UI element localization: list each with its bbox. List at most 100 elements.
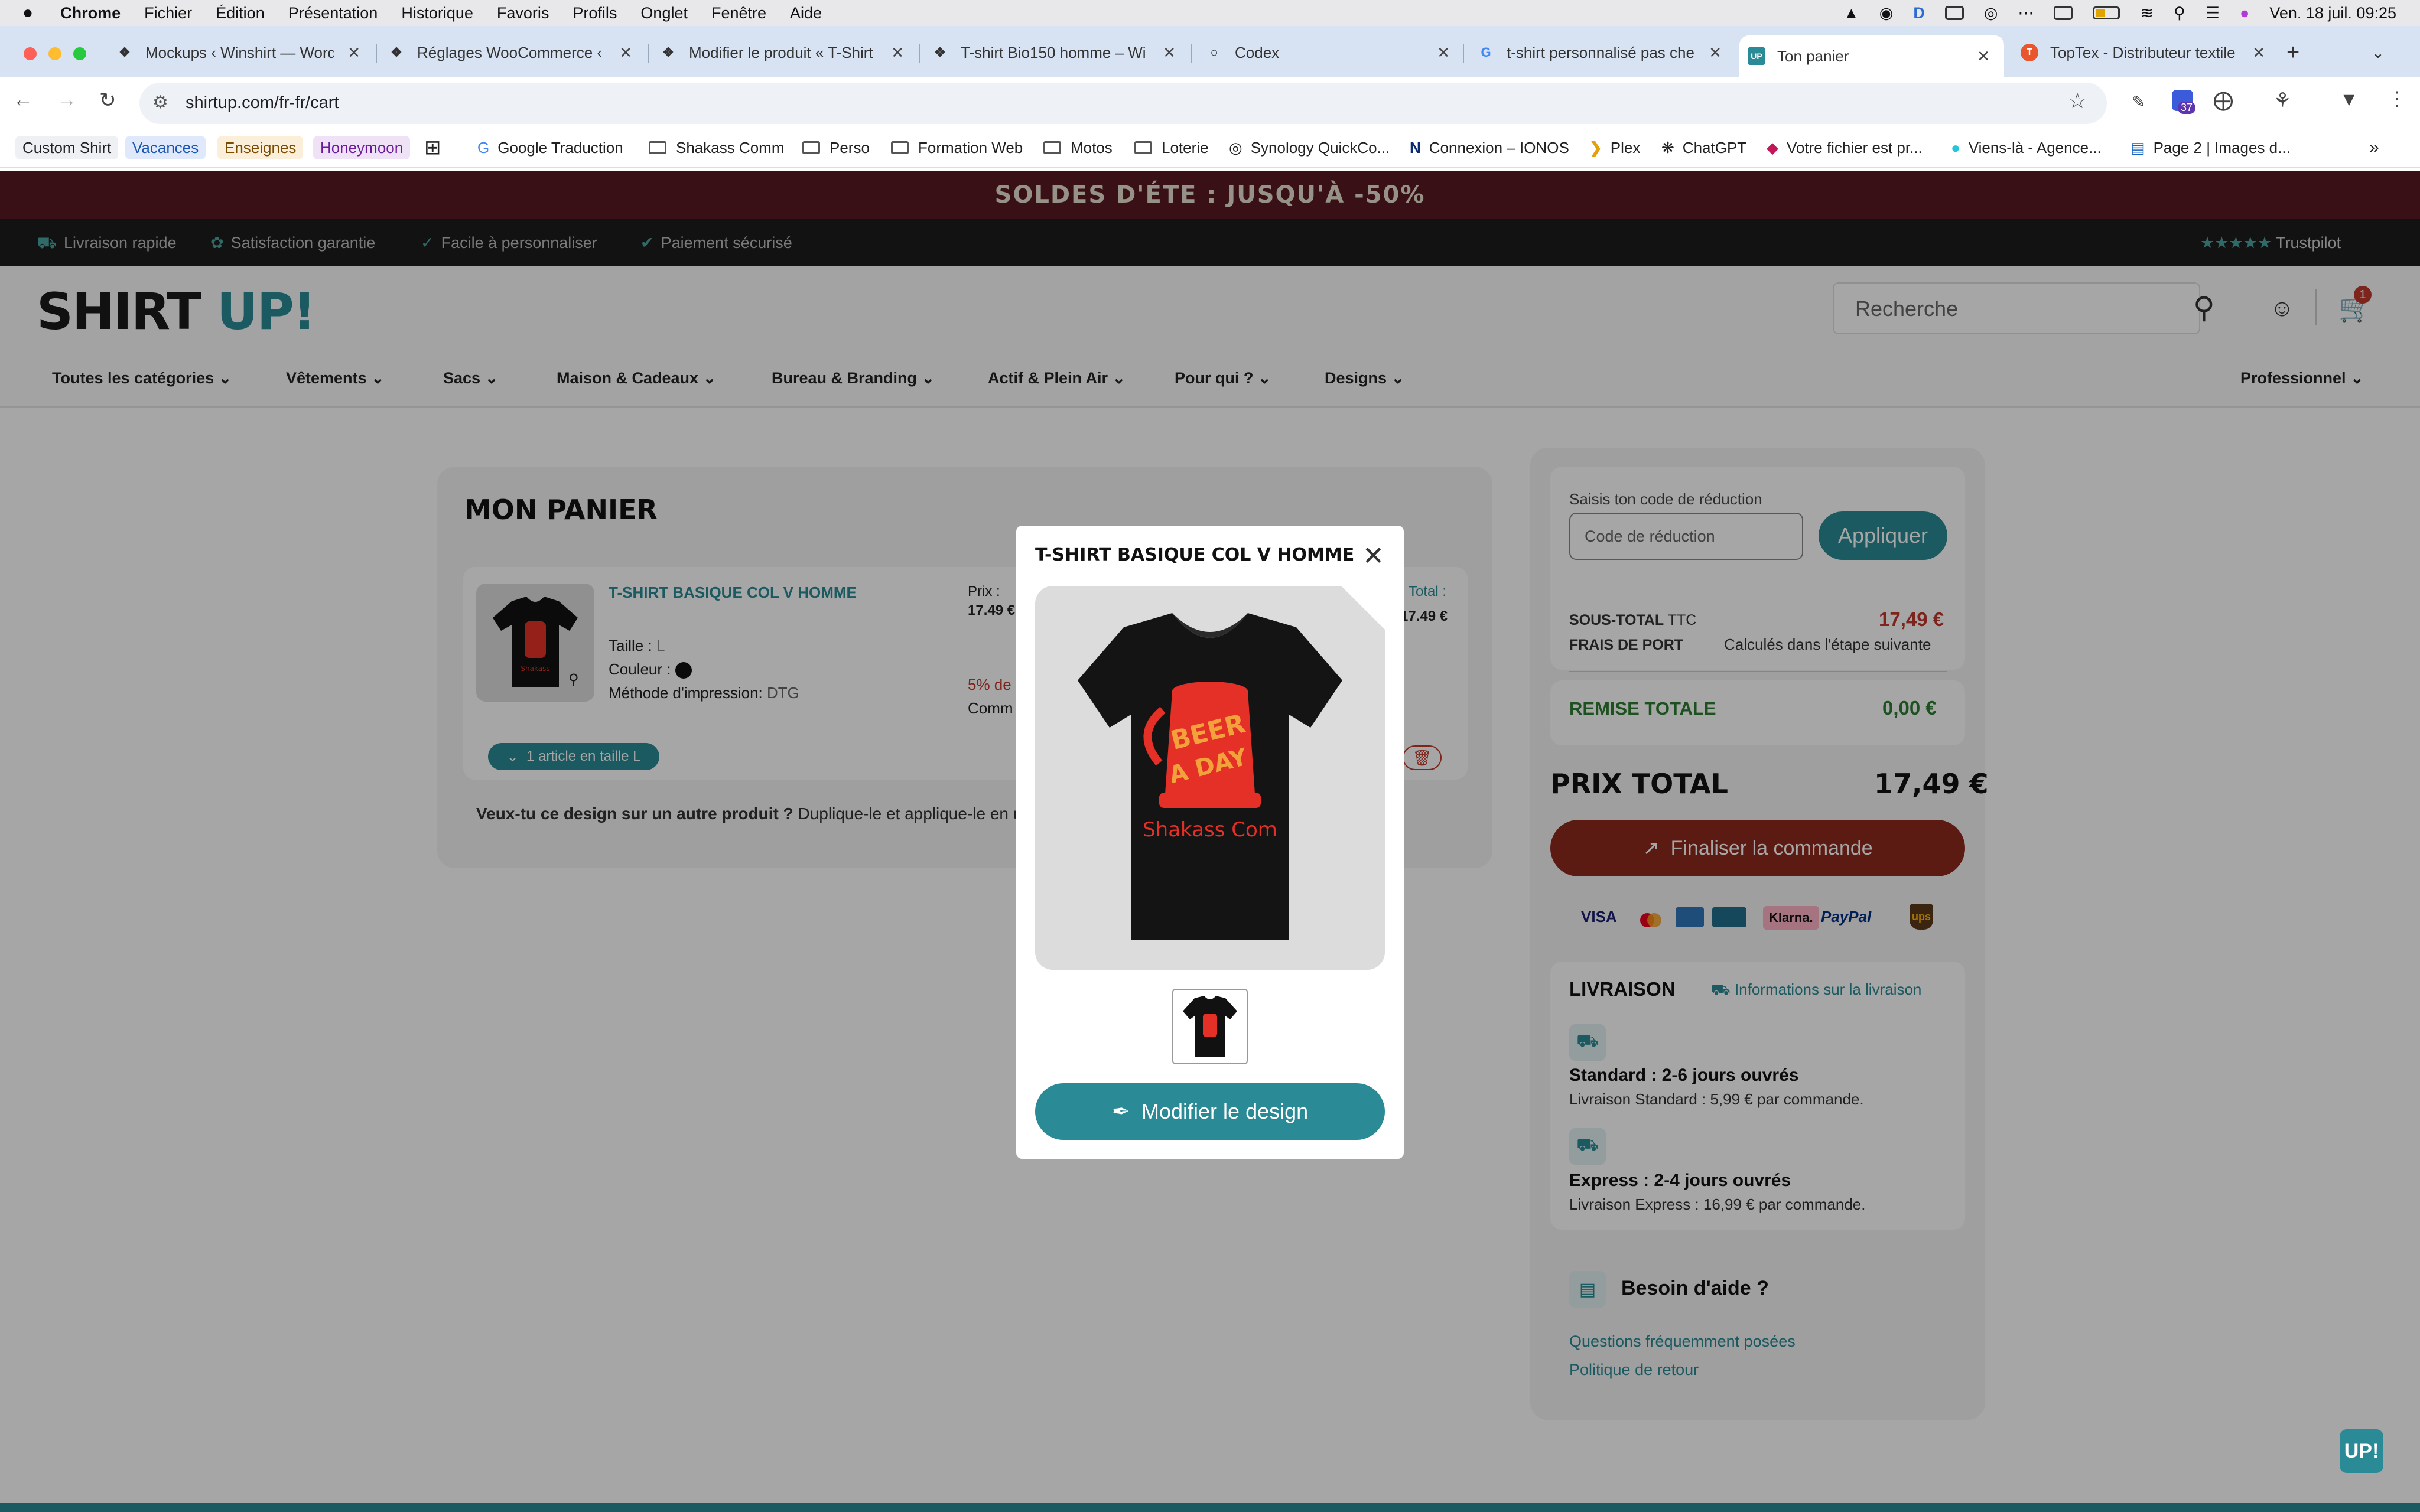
display-icon[interactable] (2054, 6, 2073, 20)
menu-favoris[interactable]: Favoris (497, 4, 549, 22)
zoom-window-icon[interactable] (73, 47, 86, 60)
tab-title: T-shirt Bio150 homme – Wi (961, 43, 1146, 61)
tab-modifier-produit[interactable]: ❖ Modifier le produit « T-Shirt ✕ (659, 35, 908, 70)
vlc-icon[interactable]: ▲ (1843, 4, 1859, 22)
globe-icon: ◎ (1229, 138, 1242, 157)
apps-grid-icon[interactable]: ⊞ (424, 136, 441, 159)
audio-icon[interactable]: ◉ (1879, 4, 1894, 22)
wordpress-icon: ❖ (119, 45, 131, 60)
apple-icon[interactable]: ● (22, 3, 33, 23)
agency-icon: ● (1951, 138, 1960, 157)
dots-icon[interactable]: ⋯ (2018, 4, 2034, 22)
close-icon[interactable]: ✕ (891, 44, 904, 62)
tab-google-search[interactable]: G t-shirt personnalisé pas che ✕ (1477, 35, 1725, 70)
tab-codex[interactable]: ○ Codex ✕ (1205, 35, 1453, 70)
pen-icon: ✒ (1111, 1099, 1141, 1123)
airdrop-icon[interactable]: ◎ (1984, 4, 1998, 22)
close-icon[interactable]: ✕ (1362, 541, 1384, 571)
bookmark-formation-web[interactable]: Formation Web (891, 136, 1023, 159)
edit-design-button[interactable]: ✒ Modifier le design (1035, 1083, 1385, 1140)
bookmark-label: Formation Web (918, 138, 1023, 157)
url-text[interactable]: shirtup.com/fr-fr/cart (186, 93, 339, 113)
menu-app-chrome[interactable]: Chrome (60, 4, 121, 22)
bookmark-enseignes[interactable]: Enseignes (217, 136, 304, 159)
bookmark-page-2-images[interactable]: ▤ Page 2 | Images d... (2130, 136, 2291, 159)
bookmark-motos[interactable]: Motos (1043, 136, 1113, 159)
wifi-icon[interactable]: ≋ (2140, 4, 2154, 22)
window-icon[interactable] (1944, 6, 1964, 20)
bookmark-votre-fichier[interactable]: ◆ Votre fichier est pr... (1767, 136, 1923, 159)
menubar-clock[interactable]: Ven. 18 juil. 09:25 (2269, 4, 2396, 22)
file-icon: ◆ (1767, 138, 1778, 157)
menu-profils[interactable]: Profils (573, 4, 617, 22)
folder-icon (649, 141, 666, 154)
bookmark-loterie[interactable]: Loterie (1134, 136, 1209, 159)
wordpress-icon: ❖ (934, 45, 946, 60)
bookmark-vacances[interactable]: Vacances (125, 136, 206, 159)
bookmark-label: Shakass Comm (676, 138, 785, 157)
close-icon[interactable]: ✕ (1163, 44, 1176, 62)
menu-presentation[interactable]: Présentation (288, 4, 378, 22)
tab-divider (376, 44, 377, 63)
codex-icon: ○ (1210, 45, 1218, 60)
close-icon[interactable]: ✕ (1709, 44, 1722, 62)
control-center-icon[interactable]: ☰ (2206, 4, 2220, 22)
bookmark-shakass-comm[interactable]: Shakass Comm (649, 136, 785, 159)
spotlight-search-icon[interactable]: ⚲ (2174, 4, 2185, 22)
bookmark-ionos[interactable]: N Connexion – IONOS (1410, 136, 1569, 159)
close-icon[interactable]: ✕ (1977, 47, 1990, 66)
menu-fichier[interactable]: Fichier (144, 4, 192, 22)
extensions-icon[interactable]: ⨁ (2213, 89, 2233, 112)
menu-fenetre[interactable]: Fenêtre (711, 4, 766, 22)
bookmarks-overflow-icon[interactable]: » (2369, 136, 2379, 159)
close-icon[interactable]: ✕ (2252, 44, 2265, 62)
tab-title: Mockups ‹ Winshirt — Word (145, 43, 334, 61)
tab-ton-panier[interactable]: UP Ton panier ✕ (1739, 35, 2004, 77)
siri-icon[interactable]: ● (2240, 4, 2249, 22)
folder-icon (891, 141, 909, 154)
ionos-icon: N (1410, 138, 1421, 157)
bookmark-viens-la[interactable]: ● Viens-là - Agence... (1951, 136, 2102, 159)
menu-aide[interactable]: Aide (790, 4, 822, 22)
close-icon[interactable]: ✕ (619, 44, 632, 62)
back-arrow-icon[interactable]: ← (13, 89, 33, 112)
menu-historique[interactable]: Historique (401, 4, 473, 22)
battery-icon[interactable] (2093, 6, 2120, 19)
new-tab-plus-icon[interactable]: + (2286, 35, 2299, 70)
bookmark-honeymoon[interactable]: Honeymoon (313, 136, 411, 159)
tab-tshirt-bio150[interactable]: ❖ T-shirt Bio150 homme – Wi ✕ (931, 35, 1179, 70)
minimize-window-icon[interactable] (48, 47, 61, 60)
folder-icon (1043, 141, 1061, 154)
tab-title: t-shirt personnalisé pas che (1507, 43, 1694, 61)
more-menu-icon[interactable]: ⋮ (2387, 87, 2407, 111)
toptex-icon: T (2021, 44, 2038, 61)
reload-icon[interactable]: ↻ (99, 89, 116, 112)
bookmark-google-traduction[interactable]: G Google Traduction (477, 136, 623, 159)
print-brand-text: Shakass Com (1143, 818, 1277, 842)
site-settings-icon[interactable]: ⚙ (152, 92, 168, 113)
bookmark-perso[interactable]: Perso (802, 136, 870, 159)
bookmark-plex[interactable]: ❯ Plex (1589, 136, 1640, 159)
close-icon[interactable]: ✕ (347, 44, 360, 62)
preview-thumbnail[interactable] (1172, 989, 1248, 1064)
tab-search-chevron-icon[interactable]: ⌄ (2372, 35, 2385, 70)
password-key-icon[interactable]: ⚘ (2273, 89, 2291, 112)
bookmark-star-icon[interactable]: ☆ (2068, 89, 2087, 113)
bookmark-label: Connexion – IONOS (1429, 138, 1569, 157)
vpn-icon[interactable]: ▼ (2340, 89, 2359, 110)
bookmark-synology[interactable]: ◎ Synology QuickCo... (1229, 136, 1390, 159)
app-d-icon[interactable]: D (1913, 4, 1925, 22)
tab-toptex[interactable]: T TopTex - Distributeur textile ✕ (2021, 35, 2269, 70)
tab-reglages-woocommerce[interactable]: ❖ Réglages WooCommerce ‹ W ✕ (388, 35, 636, 70)
shirtup-chat-fab[interactable]: UP! (2340, 1429, 2383, 1473)
close-window-icon[interactable] (24, 47, 37, 60)
extension-puzzle-icon[interactable]: ✎ (2132, 92, 2145, 112)
bookmark-custom-shirt[interactable]: Custom Shirt (15, 136, 119, 159)
close-icon[interactable]: ✕ (1437, 44, 1450, 62)
menu-onglet[interactable]: Onglet (640, 4, 688, 22)
menu-edition[interactable]: Édition (216, 4, 265, 22)
forward-arrow-icon[interactable]: → (57, 89, 77, 112)
bookmark-chatgpt[interactable]: ❋ ChatGPT (1661, 136, 1746, 159)
address-bar[interactable] (139, 83, 2107, 124)
tab-mockups[interactable]: ❖ Mockups ‹ Winshirt — Word ✕ (116, 35, 364, 70)
